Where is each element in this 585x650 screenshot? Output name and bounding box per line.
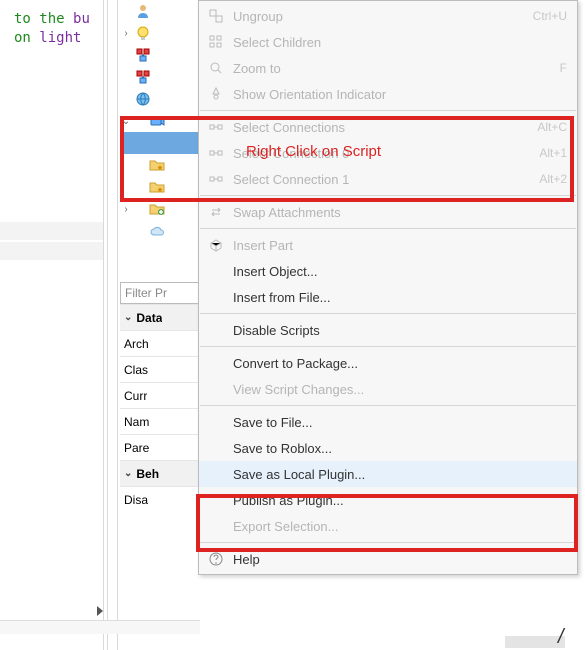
properties-filter-input[interactable]: Filter Pr xyxy=(120,282,200,304)
menu-item-save-as-local-plugin[interactable]: Save as Local Plugin... xyxy=(199,461,577,487)
blank-icon xyxy=(205,286,227,308)
panel-divider[interactable] xyxy=(107,0,108,650)
tree-item[interactable] xyxy=(120,0,198,22)
menu-item-label: Insert from File... xyxy=(233,290,567,305)
h-scrollbar-track[interactable] xyxy=(0,620,200,634)
prop-section-data[interactable]: ⌄Data xyxy=(120,304,200,330)
property-label: Pare xyxy=(124,441,149,455)
zoom-icon xyxy=(205,57,227,79)
property-label: Clas xyxy=(124,363,148,377)
property-row[interactable]: Pare xyxy=(120,434,200,460)
person-icon xyxy=(134,2,152,20)
expand-arrow-icon[interactable]: › xyxy=(120,204,132,215)
menu-item-show-orientation-indicator: Show Orientation Indicator xyxy=(199,81,577,107)
menu-item-disable-scripts[interactable]: Disable Scripts xyxy=(199,317,577,343)
tree-item[interactable] xyxy=(120,66,198,88)
menu-item-label: Disable Scripts xyxy=(233,323,567,338)
menu-item-swap-attachments: Swap Attachments xyxy=(199,199,577,225)
menu-item-save-to-roblox[interactable]: Save to Roblox... xyxy=(199,435,577,461)
menu-separator xyxy=(200,405,576,406)
context-menu: UngroupCtrl+U Select Children Zoom toF Show… xyxy=(198,0,578,575)
property-label: Nam xyxy=(124,415,149,429)
panel-divider[interactable] xyxy=(103,0,104,650)
blank-icon xyxy=(205,260,227,282)
menu-item-label: Save to Roblox... xyxy=(233,441,567,456)
menu-item-accelerator: F xyxy=(540,61,567,75)
blank-icon xyxy=(205,437,227,459)
menu-item-label: Save as Local Plugin... xyxy=(233,467,567,482)
property-label: Disa xyxy=(124,493,148,507)
code-editor-bg: to the bu on light xyxy=(14,10,90,48)
menu-item-label: Show Orientation Indicator xyxy=(233,87,567,102)
blank-icon xyxy=(205,378,227,400)
menu-item-label: Select Children xyxy=(233,35,567,50)
cloud-icon xyxy=(148,222,166,240)
menu-item-label: Ungroup xyxy=(233,9,513,24)
bulb-icon xyxy=(134,24,152,42)
blank-icon xyxy=(205,319,227,341)
menu-item-accelerator: Ctrl+U xyxy=(513,9,567,23)
property-label: Curr xyxy=(124,389,147,403)
menu-item-label: Insert Object... xyxy=(233,264,567,279)
menu-item-label: Zoom to xyxy=(233,61,540,76)
menu-item-zoom-to: Zoom toF xyxy=(199,55,577,81)
menu-separator xyxy=(200,346,576,347)
blank-icon xyxy=(205,411,227,433)
tree-item[interactable]: › xyxy=(120,22,198,44)
shadow-bar xyxy=(505,636,565,648)
annotation-box-save-plugin xyxy=(196,494,578,552)
menu-item-label: Save to File... xyxy=(233,415,567,430)
menu-item-insert-from-file[interactable]: Insert from File... xyxy=(199,284,577,310)
menu-item-select-children: Select Children xyxy=(199,29,577,55)
menu-separator xyxy=(200,313,576,314)
menu-item-label: Insert Part xyxy=(233,238,567,253)
part-icon xyxy=(205,234,227,256)
ungroup-icon xyxy=(205,5,227,27)
globe-icon xyxy=(134,90,152,108)
menu-item-ungroup: UngroupCtrl+U xyxy=(199,3,577,29)
folder-plus-icon xyxy=(148,200,166,218)
menu-item-view-script-changes: View Script Changes... xyxy=(199,376,577,402)
resize-handle-icon: / xyxy=(558,626,576,644)
property-row[interactable]: Curr xyxy=(120,382,200,408)
blank-icon xyxy=(205,352,227,374)
property-row[interactable]: Nam xyxy=(120,408,200,434)
menu-item-label: Convert to Package... xyxy=(233,356,567,371)
red-down-icon xyxy=(134,68,152,86)
menu-item-save-to-file[interactable]: Save to File... xyxy=(199,409,577,435)
annotation-text: Right Click on Script xyxy=(246,143,381,160)
bg-block xyxy=(0,222,103,240)
menu-item-label: Help xyxy=(233,552,567,567)
tree-item[interactable] xyxy=(120,44,198,66)
red-down-icon xyxy=(134,46,152,64)
tree-item[interactable] xyxy=(120,220,198,242)
property-row[interactable]: Arch xyxy=(120,330,200,356)
properties-panel: Filter Pr ⌄Data Arch Clas Curr Nam Pare ⌄Beh… xyxy=(120,282,200,512)
menu-item-insert-object[interactable]: Insert Object... xyxy=(199,258,577,284)
property-row[interactable]: Clas xyxy=(120,356,200,382)
orient-icon xyxy=(205,83,227,105)
tree-item[interactable] xyxy=(120,88,198,110)
menu-item-insert-part: Insert Part xyxy=(199,232,577,258)
h-scroll-right-button[interactable] xyxy=(95,604,107,618)
menu-separator xyxy=(200,110,576,111)
expand-arrow-icon[interactable]: › xyxy=(120,28,132,39)
blank-icon xyxy=(205,463,227,485)
menu-separator xyxy=(200,228,576,229)
swap-icon xyxy=(205,201,227,223)
prop-section-behavior[interactable]: ⌄Beh xyxy=(120,460,200,486)
property-label: Arch xyxy=(124,337,149,351)
sel-children-icon xyxy=(205,31,227,53)
property-row[interactable]: Disa xyxy=(120,486,200,512)
menu-item-convert-to-package[interactable]: Convert to Package... xyxy=(199,350,577,376)
menu-item-label: View Script Changes... xyxy=(233,382,567,397)
menu-item-label: Swap Attachments xyxy=(233,205,567,220)
panel-divider[interactable] xyxy=(117,0,118,650)
bg-block xyxy=(0,242,103,260)
